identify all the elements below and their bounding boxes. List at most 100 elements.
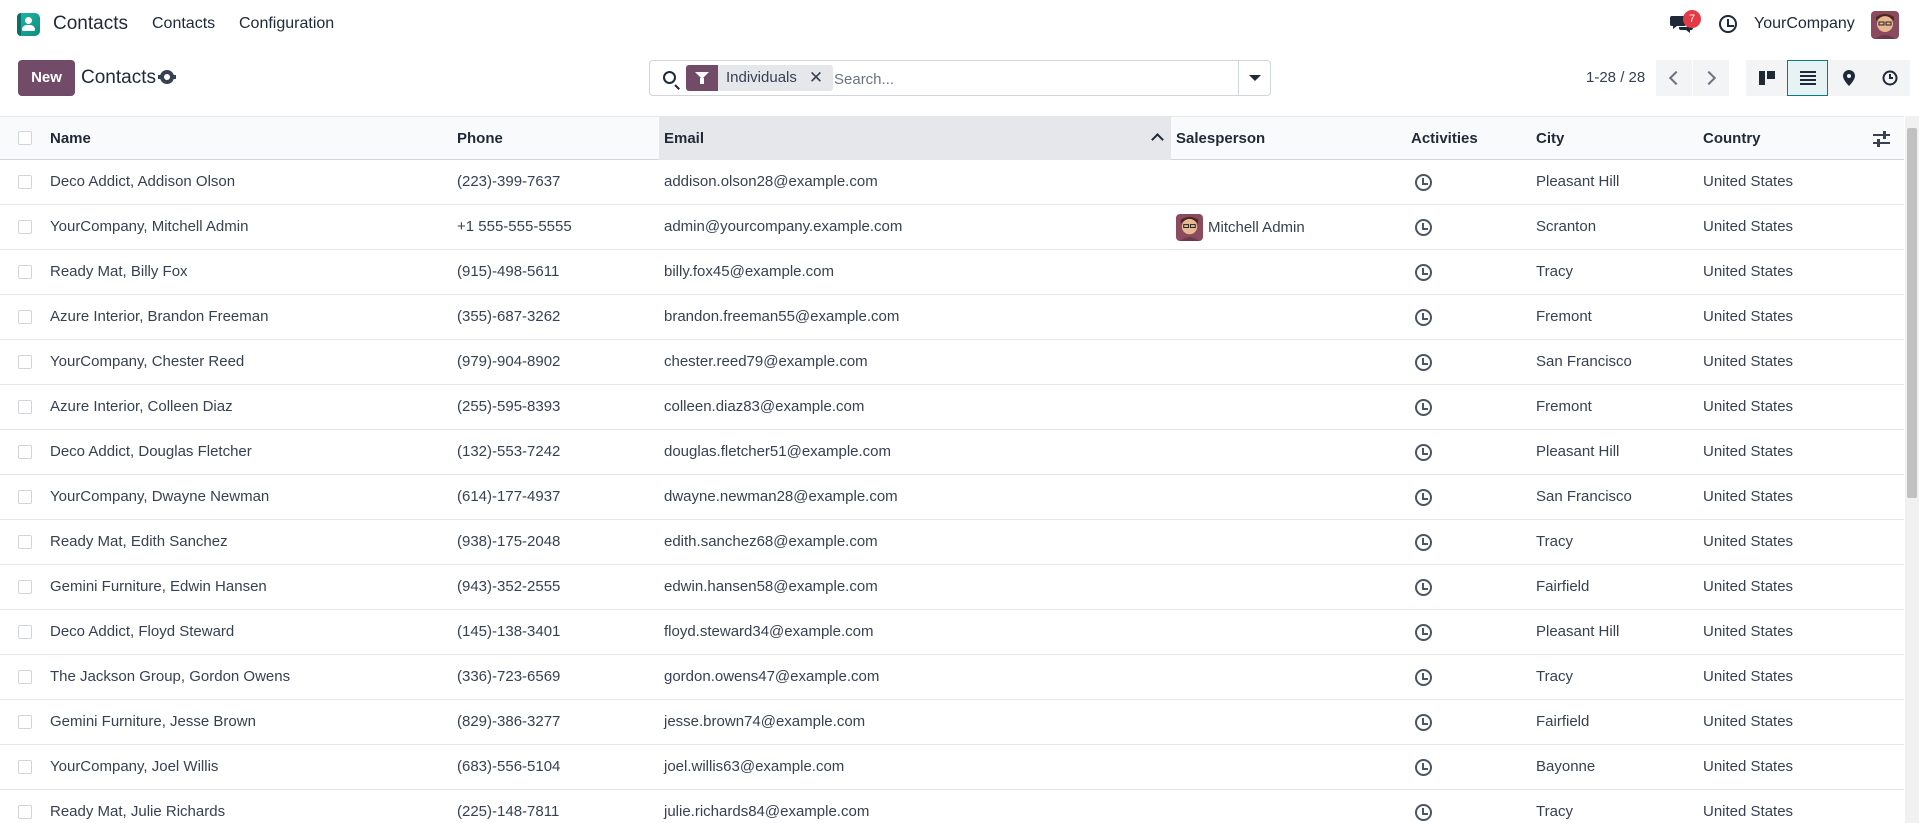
column-phone[interactable]: Phone	[457, 130, 503, 147]
company-switcher[interactable]: YourCompany	[1754, 15, 1855, 33]
clock-icon[interactable]	[1415, 579, 1432, 596]
funnel-icon	[686, 65, 718, 91]
column-email[interactable]: Email	[664, 130, 704, 147]
row-checkbox[interactable]	[18, 490, 32, 504]
row-checkbox[interactable]	[18, 625, 32, 639]
cell-city: Tracy	[1536, 668, 1573, 685]
clock-icon[interactable]	[1415, 714, 1432, 731]
list-view-button[interactable]	[1787, 60, 1828, 96]
clock-icon[interactable]	[1415, 354, 1432, 371]
message-count-badge: 7	[1683, 10, 1701, 28]
table-row[interactable]: Ready Mat, Billy Fox (915)-498-5611 billy.…	[0, 250, 1904, 295]
sliders-icon[interactable]	[1873, 131, 1890, 147]
table-row[interactable]: Deco Addict, Floyd Steward (145)-138-3401…	[0, 610, 1904, 655]
column-city[interactable]: City	[1536, 130, 1564, 147]
cell-city: San Francisco	[1536, 353, 1632, 370]
table-row[interactable]: Deco Addict, Addison Olson (223)-399-7637…	[0, 160, 1904, 205]
cell-salesperson[interactable]: Mitchell Admin	[1208, 219, 1305, 236]
clock-icon[interactable]	[1415, 804, 1432, 821]
pager-value[interactable]: 1-28 / 28	[1586, 69, 1645, 86]
cell-city: San Francisco	[1536, 488, 1632, 505]
cell-city: Pleasant Hill	[1536, 173, 1620, 190]
row-checkbox[interactable]	[18, 310, 32, 324]
row-checkbox[interactable]	[18, 220, 32, 234]
row-checkbox[interactable]	[18, 175, 32, 189]
table-row[interactable]: The Jackson Group, Gordon Owens (336)-723…	[0, 655, 1904, 700]
clock-icon[interactable]	[1415, 534, 1432, 551]
table-row[interactable]: Ready Mat, Edith Sanchez (938)-175-2048 ed…	[0, 520, 1904, 565]
column-activities[interactable]: Activities	[1411, 130, 1478, 147]
cell-phone: (355)-687-3262	[457, 308, 561, 325]
table-row[interactable]: Deco Addict, Douglas Fletcher (132)-553-7…	[0, 430, 1904, 475]
vertical-scrollbar[interactable]	[1905, 116, 1919, 823]
clock-icon[interactable]	[1415, 444, 1432, 461]
clock-icon[interactable]	[1415, 624, 1432, 641]
cell-city: Scranton	[1536, 218, 1597, 235]
cell-country: United States	[1703, 263, 1794, 280]
pager-next-button[interactable]	[1693, 60, 1729, 96]
row-checkbox[interactable]	[18, 805, 32, 819]
clock-icon[interactable]	[1415, 309, 1432, 326]
caret-down-icon[interactable]	[1238, 61, 1270, 95]
cell-name: YourCompany, Mitchell Admin	[50, 218, 249, 235]
row-checkbox[interactable]	[18, 535, 32, 549]
column-salesperson[interactable]: Salesperson	[1176, 130, 1265, 147]
row-checkbox[interactable]	[18, 670, 32, 684]
user-avatar[interactable]	[1871, 11, 1899, 39]
filter-facet: Individuals ✕	[686, 65, 834, 91]
activity-clock-icon[interactable]	[1719, 15, 1737, 33]
kanban-view-button[interactable]	[1746, 60, 1787, 96]
gear-icon[interactable]	[158, 70, 176, 84]
clock-icon[interactable]	[1415, 489, 1432, 506]
cell-name: Deco Addict, Douglas Fletcher	[50, 443, 252, 460]
row-checkbox[interactable]	[18, 400, 32, 414]
list-view-icon	[1800, 71, 1816, 85]
row-checkbox[interactable]	[18, 445, 32, 459]
column-country[interactable]: Country	[1703, 130, 1761, 147]
cell-email: addison.olson28@example.com	[664, 173, 878, 190]
contacts-app-icon[interactable]	[17, 13, 40, 36]
cell-country: United States	[1703, 623, 1794, 640]
new-button[interactable]: New	[18, 60, 75, 96]
scrollbar-thumb[interactable]	[1907, 128, 1917, 498]
clock-icon[interactable]	[1415, 264, 1432, 281]
clock-icon[interactable]	[1415, 759, 1432, 776]
row-checkbox[interactable]	[18, 265, 32, 279]
cell-country: United States	[1703, 173, 1794, 190]
cell-email: brandon.freeman55@example.com	[664, 308, 900, 325]
search-icon[interactable]	[663, 71, 676, 84]
salesperson-avatar[interactable]	[1176, 214, 1203, 241]
cell-name: Ready Mat, Julie Richards	[50, 803, 226, 820]
search-input[interactable]	[834, 67, 1214, 91]
column-name[interactable]: Name	[50, 130, 91, 147]
cell-city: Tracy	[1536, 803, 1573, 820]
table-row[interactable]: YourCompany, Chester Reed (979)-904-8902 c…	[0, 340, 1904, 385]
app-name[interactable]: Contacts	[53, 13, 128, 35]
table-row[interactable]: Gemini Furniture, Edwin Hansen (943)-352-…	[0, 565, 1904, 610]
row-checkbox[interactable]	[18, 580, 32, 594]
clock-icon[interactable]	[1415, 669, 1432, 686]
menu-contacts[interactable]: Contacts	[152, 15, 215, 33]
table-row[interactable]: YourCompany, Dwayne Newman (614)-177-4937…	[0, 475, 1904, 520]
table-row[interactable]: Gemini Furniture, Jesse Brown (829)-386-3…	[0, 700, 1904, 745]
select-all-checkbox[interactable]	[18, 131, 32, 145]
search-bar[interactable]: Individuals ✕	[649, 60, 1271, 96]
clock-icon[interactable]	[1415, 399, 1432, 416]
map-view-button[interactable]	[1828, 60, 1869, 96]
menu-configuration[interactable]: Configuration	[239, 15, 334, 33]
table-row[interactable]: YourCompany, Joel Willis (683)-556-5104 jo…	[0, 745, 1904, 790]
facet-remove-icon[interactable]: ✕	[806, 65, 834, 91]
row-checkbox[interactable]	[18, 355, 32, 369]
cell-name: Deco Addict, Addison Olson	[50, 173, 236, 190]
row-checkbox[interactable]	[18, 760, 32, 774]
table-row[interactable]: YourCompany, Mitchell Admin +1 555-555-55…	[0, 205, 1904, 250]
table-row[interactable]: Ready Mat, Julie Richards (225)-148-7811 j…	[0, 790, 1904, 823]
pager-previous-button[interactable]	[1656, 60, 1692, 96]
activity-view-button[interactable]	[1869, 60, 1910, 96]
row-checkbox[interactable]	[18, 715, 32, 729]
table-row[interactable]: Azure Interior, Brandon Freeman (355)-687…	[0, 295, 1904, 340]
cell-country: United States	[1703, 218, 1794, 235]
table-row[interactable]: Azure Interior, Colleen Diaz (255)-595-83…	[0, 385, 1904, 430]
clock-icon[interactable]	[1415, 174, 1432, 191]
clock-icon[interactable]	[1415, 219, 1432, 236]
